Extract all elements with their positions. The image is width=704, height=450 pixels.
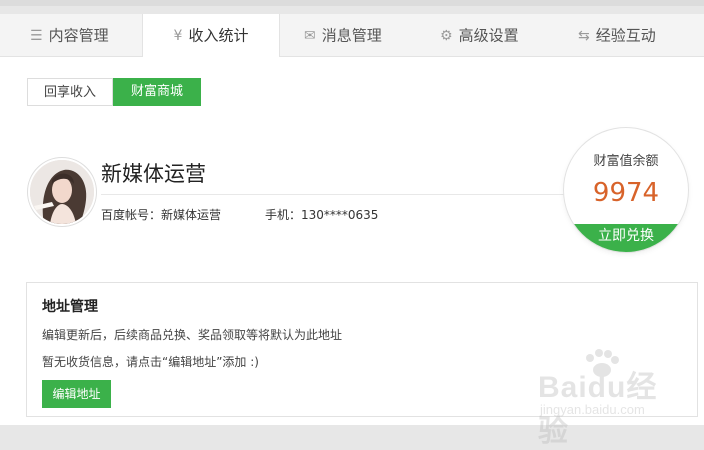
tab-income-stats[interactable]: ¥ 收入统计: [142, 14, 280, 57]
swap-arrows-icon: ⇆: [578, 27, 590, 44]
tab-message-management[interactable]: ✉ 消息管理: [304, 14, 382, 56]
wealth-balance-value: 9974: [592, 178, 660, 208]
avatar-image: [30, 160, 94, 224]
address-update-note: 编辑更新后，后续商品兑换、奖品领取等将默认为此地址: [42, 328, 343, 342]
tab-bar: ☰ 内容管理 ¥ 收入统计 ✉ 消息管理 ⚙ 高级设置 ⇆ 经验互动: [0, 14, 704, 57]
gear-icon: ⚙: [440, 27, 453, 44]
main-panel: ☰ 内容管理 ¥ 收入统计 ✉ 消息管理 ⚙ 高级设置 ⇆ 经验互动 回享收入 财富商城 …: [0, 14, 704, 448]
baidu-jingyan-watermark: Baidu经验 jingyan.baidu.com: [538, 348, 678, 448]
wealth-balance-label: 财富值余额: [593, 154, 659, 169]
redeem-now-button[interactable]: 立即兑换: [564, 224, 688, 252]
phone-info: 手机：130****0635: [265, 208, 379, 222]
subtab-wealth-mall[interactable]: 财富商城: [113, 78, 201, 106]
envelope-icon: ✉: [304, 27, 316, 44]
account-info: 百度帐号：新媒体运营: [101, 208, 222, 222]
yen-icon: ¥: [173, 27, 183, 44]
wealth-balance-card: 财富值余额 9974 立即兑换: [564, 128, 688, 252]
profile-divider: [101, 194, 571, 195]
address-empty-note: 暂无收货信息，请点击“编辑地址”添加 :): [42, 355, 259, 369]
top-strip: [0, 0, 704, 6]
watermark-site: jingyan.baidu.com: [540, 402, 645, 417]
edit-address-button[interactable]: 编辑地址: [42, 380, 111, 408]
subtab-share-income[interactable]: 回享收入: [27, 78, 113, 106]
tab-advanced-settings[interactable]: ⚙ 高级设置: [440, 14, 519, 56]
username: 新媒体运营: [101, 162, 206, 186]
tab-content-management[interactable]: ☰ 内容管理: [30, 14, 109, 56]
avatar: [28, 158, 96, 226]
address-title: 地址管理: [42, 299, 98, 315]
list-icon: ☰: [30, 27, 43, 44]
tab-experience-interaction[interactable]: ⇆ 经验互动: [578, 14, 656, 56]
